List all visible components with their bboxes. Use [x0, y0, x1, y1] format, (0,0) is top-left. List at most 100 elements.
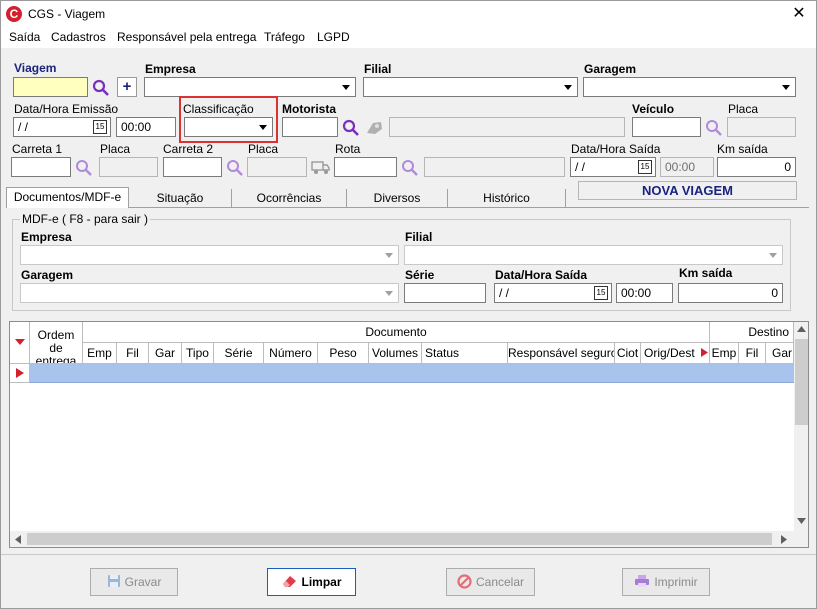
close-button[interactable]: ✕	[782, 1, 816, 27]
grid-col-volumes[interactable]: Volumes	[369, 343, 422, 364]
calendar-icon[interactable]: 15	[594, 286, 608, 300]
horizontal-scrollbar[interactable]	[10, 531, 794, 547]
search-viagem-icon[interactable]	[92, 79, 110, 97]
carreta2-input[interactable]	[163, 157, 222, 177]
menu-lgpd[interactable]: LGPD	[317, 30, 350, 44]
search-motorista-icon[interactable]	[342, 119, 360, 137]
data-emissao-label: Data/Hora Emissão	[14, 102, 119, 116]
garagem-label: Garagem	[584, 62, 637, 76]
search-carreta2-icon[interactable]	[226, 159, 244, 177]
motorista-input[interactable]	[282, 117, 338, 137]
grid-col-gar[interactable]: Gar	[149, 343, 182, 364]
empresa-label: Empresa	[145, 62, 196, 76]
menu-trafego[interactable]: Tráfego	[264, 30, 305, 44]
imprimir-button[interactable]: Imprimir	[622, 568, 710, 596]
chevron-down-icon	[381, 285, 397, 301]
grid-col-responsavel[interactable]: Responsável seguro	[508, 343, 615, 364]
scroll-thumb-h[interactable]	[27, 533, 772, 545]
mdfe-empresa-select[interactable]	[20, 245, 399, 265]
data-saida-value: / /	[575, 160, 586, 174]
filial-select[interactable]	[363, 77, 578, 97]
grid-col-numero[interactable]: Número	[264, 343, 318, 364]
tab-situacao[interactable]: Situação	[129, 189, 232, 208]
viagem-label: Viagem	[14, 61, 57, 75]
truck-icon[interactable]	[311, 158, 331, 176]
search-carreta1-icon[interactable]	[75, 159, 93, 177]
gravar-button[interactable]: Gravar	[90, 568, 178, 596]
scroll-right-icon[interactable]	[781, 535, 787, 544]
cancelar-button[interactable]: Cancelar	[446, 568, 535, 596]
grid-col-status[interactable]: Status	[422, 343, 508, 364]
grid-col-serie[interactable]: Série	[214, 343, 264, 364]
scroll-left-icon[interactable]	[15, 535, 21, 544]
menu-saida[interactable]: Saída	[9, 30, 40, 44]
vertical-scrollbar[interactable]	[794, 322, 808, 531]
grid-col-dest-gar[interactable]: Gar	[766, 343, 794, 364]
data-emissao-value: / /	[18, 120, 29, 134]
classificacao-highlight	[179, 96, 278, 143]
km-saida-input[interactable]: 0	[717, 157, 796, 177]
tab-historico[interactable]: Histórico	[448, 189, 566, 208]
scroll-thumb[interactable]	[795, 339, 808, 425]
grid-col-dest-emp[interactable]: Emp	[710, 343, 739, 364]
tab-documentos[interactable]: Documentos/MDF-e	[6, 187, 129, 208]
menu-responsavel[interactable]: Responsável pela entrega	[117, 30, 256, 44]
veiculo-input[interactable]	[632, 117, 701, 137]
data-saida-label: Data/Hora Saída	[571, 142, 661, 156]
mdfe-filial-select[interactable]	[404, 245, 783, 265]
mdfe-serie-input[interactable]	[404, 283, 486, 303]
carreta1-input[interactable]	[11, 157, 71, 177]
placa2-input	[99, 157, 158, 177]
calendar-icon[interactable]: 15	[638, 160, 652, 174]
mdfe-data-saida-input[interactable]: / / 15	[494, 283, 612, 303]
data-saida-input[interactable]: / / 15	[570, 157, 656, 177]
add-viagem-button[interactable]: +	[117, 77, 137, 97]
viagem-input[interactable]	[13, 77, 88, 97]
imprimir-label: Imprimir	[654, 575, 698, 589]
data-emissao-input[interactable]: / / 15	[13, 117, 111, 137]
garagem-select[interactable]	[583, 77, 796, 97]
arrow-right-icon[interactable]	[701, 348, 709, 357]
table-row[interactable]	[30, 364, 794, 383]
scroll-down-icon[interactable]	[797, 518, 806, 524]
scroll-corner	[794, 531, 808, 547]
tab-diversos[interactable]: Diversos	[347, 189, 448, 208]
limpar-button[interactable]: Limpar	[267, 568, 356, 596]
gravar-label: Gravar	[124, 575, 162, 589]
grid-col-ciot[interactable]: Ciot	[615, 343, 641, 364]
scroll-up-icon[interactable]	[797, 326, 806, 332]
title-bar: C CGS - Viagem ✕	[1, 1, 816, 28]
grid-ordem-header[interactable]: Ordem de entrega	[30, 322, 83, 364]
grid-col-emp[interactable]: Emp	[83, 343, 117, 364]
driver-license-icon[interactable]	[365, 119, 385, 137]
grid-col-tipo[interactable]: Tipo	[182, 343, 214, 364]
grid-col-dest-fil[interactable]: Fil	[739, 343, 766, 364]
grid-col-orig-dest[interactable]: Orig/Dest	[641, 343, 710, 364]
tab-ocorrencias[interactable]: Ocorrências	[232, 189, 347, 208]
mdfe-hora-saida-input[interactable]: 00:00	[616, 283, 673, 303]
motorista-nome-input	[389, 117, 625, 137]
chevron-down-icon	[338, 79, 354, 95]
row-indicator	[10, 364, 30, 383]
printer-icon	[635, 575, 650, 587]
hora-emissao-input[interactable]: 00:00	[116, 117, 176, 137]
chevron-down-icon	[765, 247, 781, 263]
grid-indicator-header	[10, 322, 30, 364]
grid-col-fil[interactable]: Fil	[117, 343, 149, 364]
mdfe-data-saida-label: Data/Hora Saída	[495, 268, 588, 282]
grid-col-orig-dest-label: Orig/Dest	[644, 346, 695, 360]
mdfe-garagem-label: Garagem	[21, 268, 74, 282]
mdfe-data-saida-value: / /	[499, 286, 510, 300]
calendar-icon[interactable]: 15	[93, 120, 107, 134]
empresa-select[interactable]	[144, 77, 356, 97]
rota-input[interactable]	[334, 157, 397, 177]
app-logo-icon: C	[6, 6, 22, 22]
mdfe-garagem-select[interactable]	[20, 283, 399, 303]
search-veiculo-icon[interactable]	[705, 119, 723, 137]
menu-cadastros[interactable]: Cadastros	[51, 30, 106, 44]
search-rota-icon[interactable]	[401, 159, 419, 177]
grid-col-peso[interactable]: Peso	[318, 343, 369, 364]
placa3-input	[247, 157, 307, 177]
hora-saida-input[interactable]: 00:00	[660, 157, 714, 177]
mdfe-km-saida-input[interactable]: 0	[678, 283, 783, 303]
